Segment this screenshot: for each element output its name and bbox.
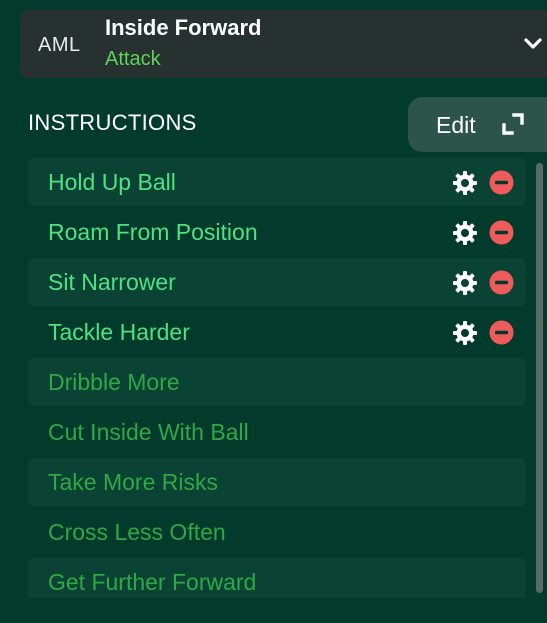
instruction-label: Hold Up Ball [48,169,176,195]
instruction-list: Hold Up Ball Roam From Position Sit Narr… [28,158,526,598]
role-duty: Attack [105,48,161,70]
position-label: AML [38,34,81,56]
remove-icon[interactable] [489,320,514,345]
instruction-label: Cut Inside With Ball [48,419,249,445]
remove-icon[interactable] [489,220,514,245]
instruction-item[interactable]: Get Further Forward [28,558,526,598]
instruction-label: Sit Narrower [48,269,176,295]
chevron-down-icon[interactable] [522,32,544,54]
edit-instructions-button[interactable]: Edit [408,97,547,152]
instruction-item[interactable]: Tackle Harder [28,308,526,356]
instruction-item[interactable]: Cross Less Often [28,508,526,556]
gear-icon[interactable] [452,170,478,196]
gear-icon[interactable] [452,320,478,346]
instruction-label: Cross Less Often [48,519,226,545]
remove-icon[interactable] [489,170,514,195]
remove-icon[interactable] [489,270,514,295]
player-role-panel: AML Inside Forward Attack INSTRUCTIONS E… [0,0,547,623]
instruction-label: Tackle Harder [48,319,190,345]
role-selector[interactable]: AML Inside Forward Attack [20,10,547,78]
instruction-item[interactable]: Roam From Position [28,208,526,256]
instruction-item[interactable]: Dribble More [28,358,526,406]
instruction-label: Roam From Position [48,219,258,245]
instruction-label: Dribble More [48,369,180,395]
role-name: Inside Forward [105,15,262,40]
instruction-label: Get Further Forward [48,569,257,595]
gear-icon[interactable] [452,270,478,296]
instruction-item[interactable]: Sit Narrower [28,258,526,306]
list-scrollbar[interactable] [536,163,543,593]
instruction-item[interactable]: Hold Up Ball [28,158,526,206]
instructions-heading: INSTRUCTIONS [28,110,197,135]
instruction-label: Take More Risks [48,469,218,495]
expand-icon [502,113,524,135]
instruction-item[interactable]: Take More Risks [28,458,526,506]
gear-icon[interactable] [452,220,478,246]
edit-label: Edit [436,112,476,138]
instruction-item[interactable]: Cut Inside With Ball [28,408,526,456]
